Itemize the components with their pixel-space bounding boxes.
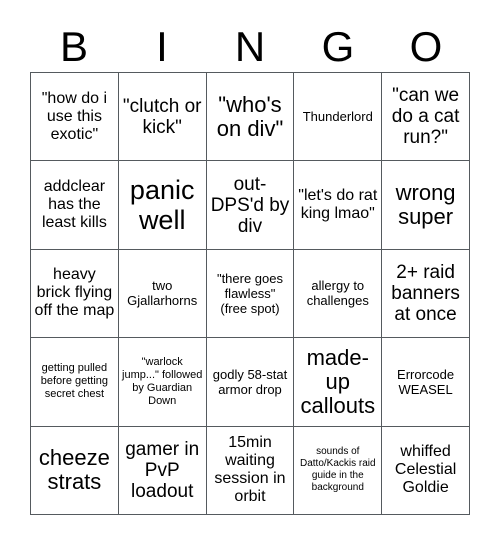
bingo-cell[interactable]: heavy brick flying off the map [31,249,119,339]
bingo-cell-label: getting pulled before getting secret che… [40,362,109,401]
bingo-cell[interactable]: panic well [118,161,207,250]
bingo-cell[interactable]: godly 58-stat armor drop [206,338,295,427]
bingo-cell[interactable]: addclear has the least kills [31,161,119,250]
bingo-cell[interactable]: "how do i use this exotic" [31,73,119,162]
bingo-cell-label: heavy brick flying off the map [34,266,115,320]
bingo-cell[interactable]: gamer in PvP loadout [118,426,207,515]
bingo-cell-label: made-up callouts [300,344,376,418]
bingo-cell-label: cheeze strats [38,445,110,495]
bingo-cell-label: allergy to challenges [306,278,369,309]
bingo-cell-label: two Gjallarhorns [127,278,198,309]
bingo-cell-free-spot[interactable]: "there goes flawless" (free spot) [206,249,295,339]
bingo-cell[interactable]: two Gjallarhorns [118,249,207,339]
header-letter-o: O [409,23,443,70]
bingo-cell[interactable]: allergy to challenges [294,249,383,339]
bingo-cell[interactable]: wrong super [382,161,470,250]
bingo-cell-label: "how do i use this exotic" [41,89,108,143]
bingo-cell-label: "clutch or kick" [122,95,202,138]
bingo-cell[interactable]: whiffed Celestial Goldie [382,426,470,515]
bingo-header-row: B I N G O [30,22,470,72]
header-letter-n: N [234,23,266,70]
bingo-cell[interactable]: "can we do a cat run?" [382,73,470,162]
bingo-cell[interactable]: "warlock jump..." followed by Guardian D… [118,338,207,427]
bingo-cell-label: "can we do a cat run?" [391,85,460,149]
bingo-cell-label: whiffed Celestial Goldie [394,443,457,497]
bingo-cell[interactable]: 2+ raid banners at once [382,249,470,339]
bingo-cell[interactable]: Thunderlord [294,73,383,162]
bingo-cell-label: godly 58-stat armor drop [212,366,288,397]
bingo-card: B I N G O "how do i use this exotic" "cl… [0,0,500,544]
bingo-cell-label: "let's do rat king lmao" [298,187,378,223]
header-letter-b: B [59,23,88,70]
bingo-cell-label: 2+ raid banners at once [391,261,460,325]
bingo-cell-label: "who's on div" [216,91,284,141]
bingo-cell-label: Errorcode WEASEL [397,366,455,397]
bingo-cell-label: wrong super [395,180,456,230]
bingo-cell[interactable]: sounds of Datto/Kackis raid guide in the… [294,426,383,515]
bingo-cell-label: out-DPS'd by div [210,173,290,237]
bingo-cell[interactable]: getting pulled before getting secret che… [31,338,119,427]
bingo-cell-label: "there goes flawless" (free spot) [216,270,284,316]
bingo-cell-label: 15min waiting session in orbit [214,434,286,506]
bingo-cell[interactable]: "let's do rat king lmao" [294,161,383,250]
bingo-cell[interactable]: 15min waiting session in orbit [206,426,295,515]
bingo-cell[interactable]: Errorcode WEASEL [382,338,470,427]
bingo-cell-label: sounds of Datto/Kackis raid guide in the… [299,446,376,494]
bingo-cell-label: panic well [129,175,195,236]
header-letter-i: I [156,23,168,70]
bingo-cell[interactable]: "who's on div" [206,73,295,162]
bingo-cell[interactable]: out-DPS'd by div [206,161,295,250]
bingo-cell-label: addclear has the least kills [41,178,107,232]
header-letter-g: G [321,23,355,70]
bingo-cell-label: "warlock jump..." followed by Guardian D… [122,355,203,407]
bingo-cell[interactable]: "clutch or kick" [118,73,207,162]
bingo-cell-label: Thunderlord [302,109,373,125]
bingo-grid: "how do i use this exotic" "clutch or ki… [30,72,470,515]
bingo-cell-label: gamer in PvP loadout [125,438,200,502]
bingo-cell[interactable]: cheeze strats [31,426,119,515]
bingo-cell[interactable]: made-up callouts [294,338,383,427]
